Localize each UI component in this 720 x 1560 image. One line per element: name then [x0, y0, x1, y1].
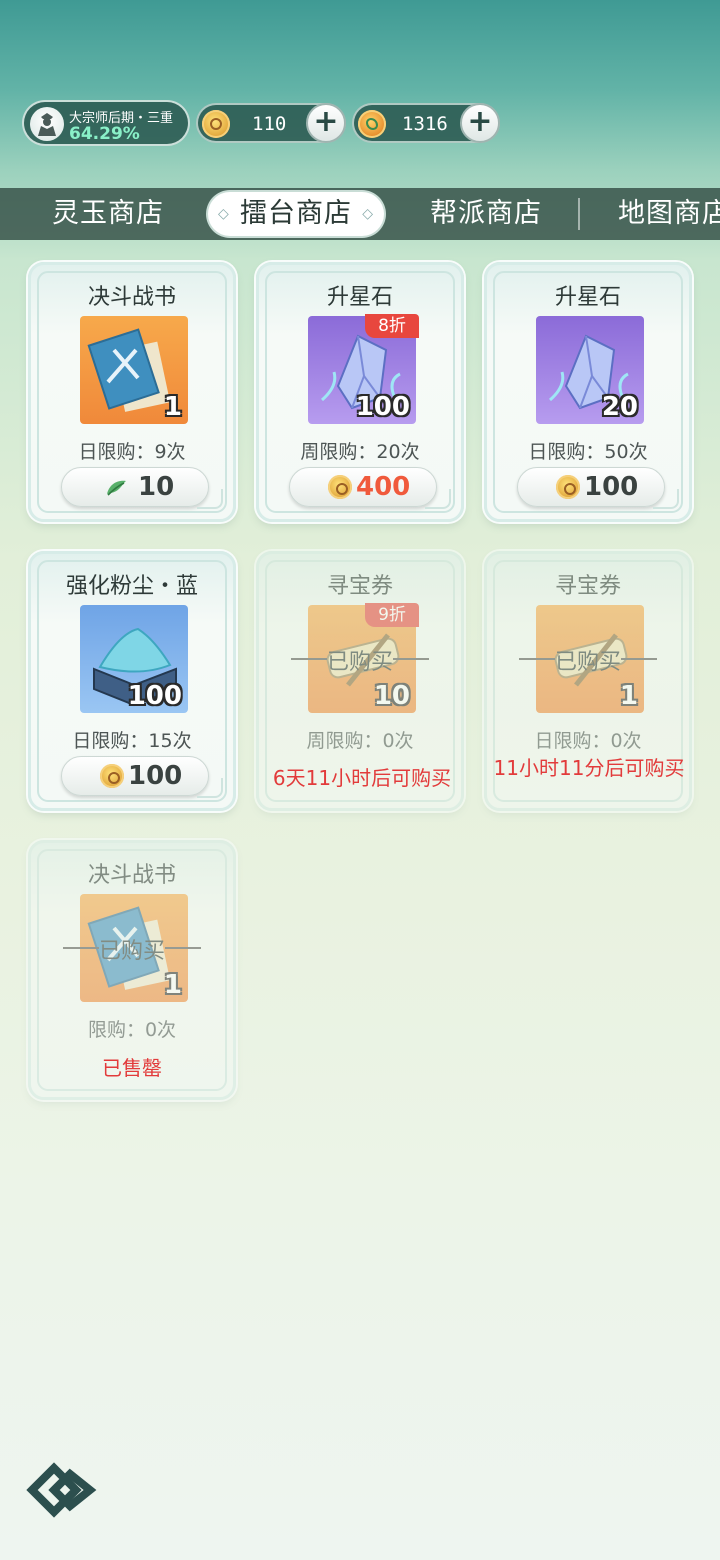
arena-coin-icon [328, 475, 352, 499]
restock-timer: 6天11小时后可购买 [272, 766, 452, 790]
purchase-limit: 日限购：50次 [528, 441, 648, 463]
shop-item-star-stone-100[interactable]: 升星石 8折 100 周限购：20次 400 [256, 262, 464, 522]
corner-ornament [197, 778, 223, 798]
enhance-dust-icon: 100 [80, 605, 188, 713]
buy-button[interactable]: 400 [289, 467, 437, 507]
buy-button[interactable]: 10 [61, 467, 209, 507]
star-stone-icon: 20 [536, 316, 644, 424]
shop-item-star-stone-20[interactable]: 升星石 20 日限购：50次 100 [484, 262, 692, 522]
arena-coin-icon [556, 475, 580, 499]
jade-coin-counter: 1316 + [352, 103, 500, 143]
item-title: 强化粉尘・蓝 [65, 574, 198, 599]
item-title: 升星石 [554, 285, 621, 310]
menu-logo-icon[interactable] [24, 1460, 98, 1520]
shop-item-enhance-dust-blue[interactable]: 强化粉尘・蓝 100 日限购：15次 100 [28, 551, 236, 811]
purchase-limit: 周限购：0次 [306, 730, 414, 752]
jade-leaf-icon [107, 480, 126, 496]
item-title: 决斗战书 [87, 863, 176, 888]
jade-coin-icon [358, 110, 386, 138]
purchase-limit: 日限购：0次 [534, 730, 642, 752]
corner-ornament [653, 489, 679, 509]
player-rank-badge[interactable]: 大宗师后期・三重 64.29% [22, 100, 190, 146]
arena-coin-counter: 110 + [196, 103, 346, 143]
shop-item-duel-letter[interactable]: 决斗战书 1 日限购：9次 10 [28, 262, 236, 522]
item-title: 升星石 [326, 285, 393, 310]
player-progress: 64.29% [69, 124, 140, 144]
jade-coin-value: 1316 [402, 113, 448, 135]
buy-button[interactable]: 100 [61, 756, 209, 796]
price-value: 400 [356, 472, 411, 502]
tab-guild-shop[interactable]: 帮派商店 [430, 196, 542, 232]
restock-timer: 11小时11分后可购买 [493, 756, 685, 780]
item-quantity: 100 [355, 392, 410, 422]
purchased-label: 已购买 [487, 644, 689, 676]
purchase-limit: 日限购：9次 [78, 441, 186, 463]
purchase-limit: 日限购：15次 [72, 730, 192, 752]
status-bar: 大宗师后期・三重 64.29% 110 + 1316 + [22, 100, 502, 148]
purchased-label: 已购买 [259, 644, 461, 676]
item-quantity: 10 [373, 681, 410, 711]
purchased-label: 已购买 [31, 933, 233, 965]
price-value: 10 [138, 472, 175, 502]
tab-arena-shop[interactable]: 擂台商店 [208, 192, 384, 236]
item-title: 寻宝券 [554, 574, 621, 599]
shop-tab-bar: 灵玉商店 擂台商店 帮派商店 地图商店 [0, 188, 720, 240]
discount-badge: 9折 [365, 603, 419, 627]
item-title: 寻宝券 [326, 574, 393, 599]
item-quantity: 20 [601, 392, 638, 422]
price-value: 100 [128, 761, 183, 791]
purchase-limit: 周限购：20次 [300, 441, 420, 463]
price-value: 100 [584, 472, 639, 502]
duel-letter-icon: 1 [80, 316, 188, 424]
corner-ornament [197, 489, 223, 509]
item-quantity: 100 [127, 681, 182, 711]
player-avatar-icon [30, 107, 64, 141]
tab-lingyu-shop[interactable]: 灵玉商店 [52, 196, 164, 232]
discount-badge: 8折 [365, 314, 419, 338]
item-quantity: 1 [163, 392, 182, 422]
purchase-limit: 限购：0次 [87, 1019, 177, 1041]
corner-ornament [425, 489, 451, 509]
add-arena-coin-button[interactable]: + [306, 103, 346, 143]
buy-button[interactable]: 100 [517, 467, 665, 507]
item-quantity: 1 [619, 681, 638, 711]
item-quantity: 1 [163, 970, 182, 1000]
arena-coin-icon [202, 110, 230, 138]
arena-coin-icon [100, 764, 124, 788]
item-title: 决斗战书 [87, 285, 176, 310]
tab-divider [578, 198, 580, 230]
tab-map-shop[interactable]: 地图商店 [618, 196, 720, 232]
sold-out-label: 已售罄 [102, 1056, 162, 1080]
arena-coin-value: 110 [252, 113, 287, 135]
add-jade-coin-button[interactable]: + [460, 103, 500, 143]
